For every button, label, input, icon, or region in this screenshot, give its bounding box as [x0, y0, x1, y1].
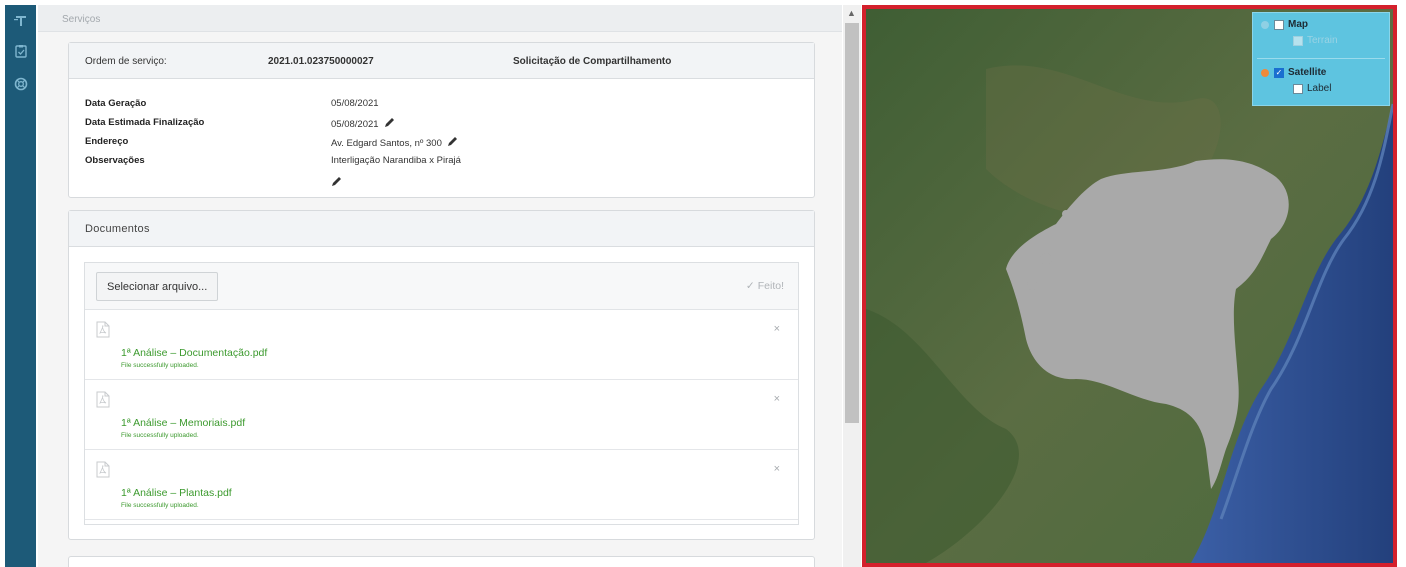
order-type: Solicitação de Compartilhamento — [513, 56, 672, 67]
side-icon-rail — [5, 5, 36, 567]
main-content: Serviços Ordem de serviço: 2021.01.02375… — [38, 5, 842, 567]
file-status: File successfully uploaded. — [121, 502, 199, 509]
tool-icon[interactable] — [13, 12, 29, 28]
lifebuoy-icon[interactable] — [13, 76, 29, 92]
info-value: 05/08/2021 — [331, 98, 379, 109]
file-item: 1ª Análise – Memoriais.pdf File successf… — [85, 381, 798, 450]
observations-value: Interligação Narandiba x Pirajá — [331, 155, 461, 166]
service-order-panel: Ordem de serviço: 2021.01.023750000027 S… — [68, 42, 815, 198]
file-item: 1ª Análise – Documentação.pdf File succe… — [85, 311, 798, 380]
layer-label-row[interactable]: Label — [1293, 83, 1331, 94]
layer-dot-icon — [1261, 68, 1269, 77]
pdf-file-icon — [96, 461, 110, 478]
breadcrumb: Serviços — [38, 5, 842, 32]
documents-header: Documentos — [69, 211, 814, 247]
upload-toolbar: Selecionar arquivo... ✓ Feito! — [85, 263, 798, 310]
info-value: Interligação Narandiba x Pirajá — [331, 155, 461, 166]
done-label: Feito! — [757, 280, 784, 292]
documents-title: Documentos — [85, 223, 150, 235]
info-label: Endereço — [85, 136, 129, 147]
terrain-layer-label: Terrain — [1307, 35, 1338, 46]
layer-terrain-row: Terrain — [1293, 35, 1338, 46]
info-label: Data Geração — [85, 98, 147, 109]
file-name[interactable]: 1ª Análise – Plantas.pdf — [121, 487, 232, 499]
select-file-button[interactable]: Selecionar arquivo... — [96, 272, 219, 301]
app-window: Serviços Ordem de serviço: 2021.01.02375… — [0, 0, 1406, 567]
breadcrumb-item[interactable]: Serviços — [62, 14, 100, 25]
pdf-file-icon — [96, 321, 110, 338]
satellite-layer-label: Satellite — [1288, 67, 1327, 78]
order-number: 2021.01.023750000027 — [268, 56, 374, 67]
file-item: 1ª Análise – Plantas.pdf File successful… — [85, 451, 798, 520]
satellite-map[interactable]: Map Terrain ✓ Satellite Label — [862, 5, 1397, 567]
label-checkbox[interactable] — [1293, 83, 1303, 94]
clipboard-check-icon[interactable] — [13, 43, 29, 59]
next-panel — [68, 556, 815, 567]
info-value: Av. Edgard Santos, nº 300 — [331, 136, 458, 149]
info-value: 05/08/2021 — [331, 117, 395, 130]
layer-map-row[interactable]: Map — [1261, 19, 1308, 30]
label-layer-label: Label — [1307, 83, 1332, 94]
remove-file-icon[interactable]: × — [774, 323, 780, 335]
file-name[interactable]: 1ª Análise – Memoriais.pdf — [121, 417, 245, 429]
remove-file-icon[interactable]: × — [774, 393, 780, 405]
remove-file-icon[interactable]: × — [774, 463, 780, 475]
address-value: Av. Edgard Santos, nº 300 — [331, 138, 442, 149]
file-status: File successfully uploaded. — [121, 362, 199, 369]
service-order-header: Ordem de serviço: 2021.01.023750000027 S… — [69, 43, 814, 79]
pencil-icon[interactable] — [447, 136, 458, 147]
info-label: Observações — [85, 155, 145, 166]
pencil-icon[interactable] — [384, 117, 395, 128]
generation-date-value: 05/08/2021 — [331, 98, 379, 109]
order-label: Ordem de serviço: — [85, 56, 167, 67]
layer-control: Map Terrain ✓ Satellite Label — [1252, 12, 1390, 106]
documents-panel: Documentos Selecionar arquivo... ✓ Feito!… — [68, 210, 815, 540]
estimated-date-value: 05/08/2021 — [331, 119, 379, 130]
layer-divider — [1257, 58, 1385, 59]
done-status: ✓ Feito! — [746, 280, 784, 292]
check-icon: ✓ — [745, 280, 755, 292]
satellite-checkbox[interactable]: ✓ — [1274, 67, 1284, 78]
map-layer-label: Map — [1288, 19, 1308, 30]
layer-dot-icon — [1261, 20, 1269, 29]
file-status: File successfully uploaded. — [121, 432, 199, 439]
terrain-checkbox — [1293, 35, 1303, 46]
info-label: Data Estimada Finalização — [85, 117, 205, 128]
scroll-thumb[interactable] — [845, 23, 859, 423]
pencil-icon[interactable] — [331, 174, 342, 186]
map-checkbox[interactable] — [1274, 19, 1284, 30]
file-name[interactable]: 1ª Análise – Documentação.pdf — [121, 347, 267, 359]
pdf-file-icon — [96, 391, 110, 408]
file-upload-area: Selecionar arquivo... ✓ Feito! 1ª Análise… — [84, 262, 799, 525]
scroll-up-arrow-icon[interactable]: ▲ — [847, 8, 856, 18]
layer-satellite-row[interactable]: ✓ Satellite — [1261, 67, 1326, 78]
vertical-scrollbar[interactable]: ▲ — [843, 5, 861, 567]
